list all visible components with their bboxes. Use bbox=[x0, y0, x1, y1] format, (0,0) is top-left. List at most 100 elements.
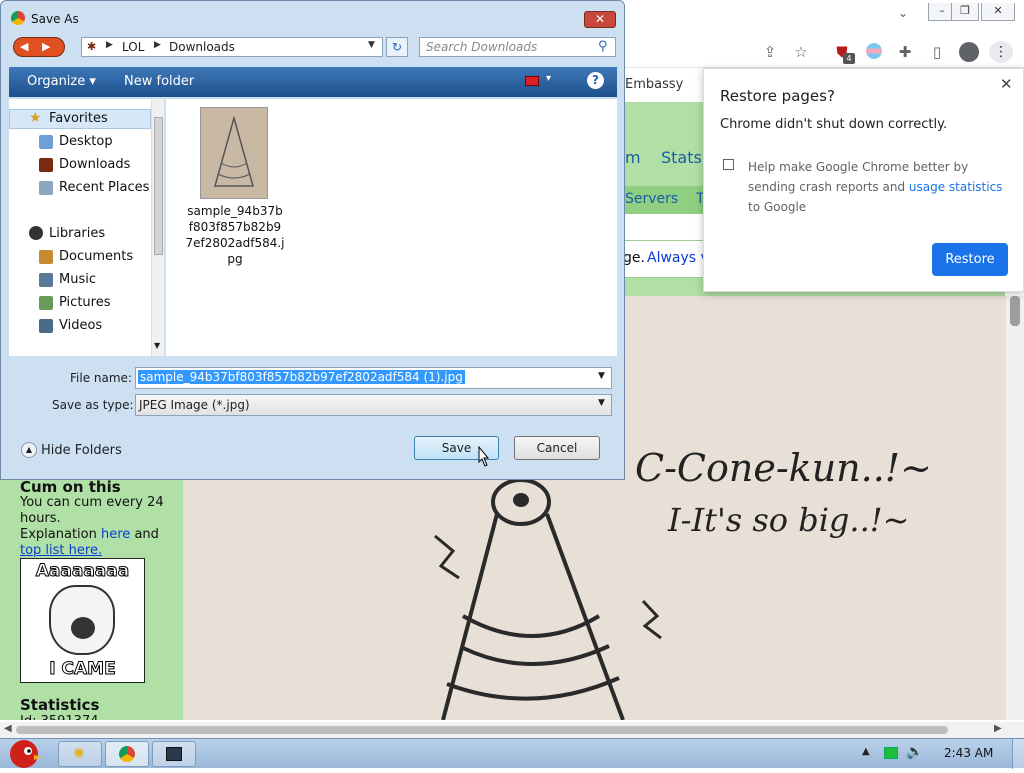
nav-scrollbar[interactable]: ▼ bbox=[151, 99, 164, 356]
file-thumbnail[interactable] bbox=[200, 107, 268, 199]
dialog-close-icon[interactable]: ✕ bbox=[584, 11, 616, 28]
and-text: and bbox=[134, 527, 159, 542]
cum-text-1: You can cum every 24 bbox=[20, 495, 164, 510]
clock-time[interactable]: 2:43 AM bbox=[944, 746, 993, 760]
new-folder-button[interactable]: New folder bbox=[124, 74, 194, 89]
extension-badge: 4 bbox=[843, 53, 855, 64]
file-list-pane: sample_94b37b f803f857b82b9 7ef2802adf58… bbox=[166, 99, 617, 356]
refresh-icon[interactable]: ↻ bbox=[386, 37, 408, 57]
start-button[interactable] bbox=[4, 735, 44, 769]
navigation-pane: ★ Favorites Desktop Downloads Recent Pla… bbox=[9, 99, 164, 356]
restore-window-icon[interactable]: ❐ bbox=[951, 3, 979, 21]
checkbox-line-3: to Google bbox=[748, 200, 807, 214]
back-forward-buttons[interactable]: ◀ ▶ bbox=[13, 37, 65, 57]
help-icon[interactable]: ? bbox=[587, 72, 604, 89]
file-line-3: 7ef2802adf584.j bbox=[185, 236, 285, 250]
here-link[interactable]: here bbox=[101, 527, 130, 542]
nav-favorites[interactable]: Favorites bbox=[49, 111, 108, 126]
save-type-label: Save as type: bbox=[52, 398, 134, 412]
puzzle-extensions-icon[interactable]: ✚ bbox=[895, 42, 915, 62]
explanation-prefix: Explanation bbox=[20, 527, 97, 542]
hide-folders-chevron-icon[interactable]: ▲ bbox=[21, 442, 37, 458]
checkbox-label: Help make Google Chrome better by sendin… bbox=[748, 157, 1002, 217]
nav-link-servers[interactable]: Servers bbox=[625, 191, 678, 207]
tab-title-fragment[interactable]: Embassy bbox=[625, 77, 683, 92]
cancel-button[interactable]: Cancel bbox=[514, 436, 600, 460]
file-line-4: pg bbox=[227, 252, 243, 266]
file-label[interactable]: sample_94b37b f803f857b82b9 7ef2802adf58… bbox=[180, 203, 290, 267]
view-options-icon[interactable] bbox=[525, 76, 539, 86]
bookmark-star-icon[interactable]: ☆ bbox=[791, 42, 811, 62]
nav-libraries[interactable]: Libraries bbox=[49, 226, 105, 241]
crash-report-checkbox[interactable] bbox=[723, 159, 734, 170]
breadcrumb-downloads[interactable]: Downloads bbox=[169, 40, 235, 54]
menu-kebab-icon[interactable]: ⋮ bbox=[989, 41, 1013, 63]
file-name-dropdown-icon[interactable]: ▼ bbox=[598, 371, 605, 381]
search-icon[interactable]: ⚲ bbox=[598, 39, 608, 54]
close-icon[interactable]: ✕ bbox=[1000, 75, 1013, 93]
share-icon[interactable]: ⇪ bbox=[760, 42, 780, 62]
network-icon[interactable] bbox=[884, 747, 898, 759]
bug-folder-icon: ✱ bbox=[87, 40, 97, 53]
usage-statistics-link[interactable]: usage statistics bbox=[909, 180, 1003, 194]
save-type-select[interactable]: JPEG Image (*.jpg) ▼ bbox=[135, 394, 612, 416]
nav-documents[interactable]: Documents bbox=[59, 249, 133, 264]
nav-recent-places[interactable]: Recent Places bbox=[59, 180, 149, 195]
nav-scroll-down-icon[interactable]: ▼ bbox=[154, 341, 160, 350]
nav-scroll-thumb[interactable] bbox=[154, 117, 163, 255]
h-scroll-thumb[interactable] bbox=[16, 726, 948, 734]
tab-search-icon[interactable]: ⌄ bbox=[898, 6, 908, 20]
tray-expand-icon[interactable]: ▲ bbox=[862, 746, 870, 757]
save-type-dropdown-icon[interactable]: ▼ bbox=[598, 398, 605, 408]
scroll-left-icon[interactable]: ◀ bbox=[4, 723, 12, 734]
restore-button[interactable]: Restore bbox=[932, 243, 1008, 276]
nav-link-stats[interactable]: Stats bbox=[661, 148, 702, 167]
history-dropdown-icon[interactable]: ▼ bbox=[368, 40, 375, 50]
downloads-icon bbox=[39, 158, 53, 172]
taskbar-terminal[interactable] bbox=[152, 741, 196, 767]
organize-button[interactable]: Organize ▾ bbox=[27, 74, 96, 89]
nav-videos[interactable]: Videos bbox=[59, 318, 102, 333]
statistics-id: Id: 3591374 bbox=[20, 714, 99, 720]
profile-avatar-icon[interactable] bbox=[959, 42, 979, 62]
meme-top-text: Aaaaaaaa bbox=[35, 561, 130, 582]
address-breadcrumb[interactable]: ✱ ▶ LOL ▶ Downloads ▼ bbox=[81, 37, 383, 57]
nav-desktop[interactable]: Desktop bbox=[59, 134, 113, 149]
hide-folders-button[interactable]: Hide Folders bbox=[41, 443, 122, 458]
scroll-right-icon[interactable]: ▶ bbox=[994, 723, 1002, 734]
site-sidebar: Cum on this You can cum every 24 hours. … bbox=[0, 478, 183, 720]
save-as-dialog: Save As ✕ ◀ ▶ ✱ ▶ LOL ▶ Downloads ▼ ↻ Se… bbox=[0, 0, 625, 480]
taskbar-chrome[interactable] bbox=[105, 741, 149, 767]
favorites-star-icon: ★ bbox=[29, 110, 42, 126]
restore-message: Chrome didn't shut down correctly. bbox=[720, 117, 948, 132]
view-dropdown-icon[interactable]: ▾ bbox=[546, 73, 551, 84]
search-input[interactable]: Search Downloads ⚲ bbox=[419, 37, 616, 57]
cum-heading: Cum on this bbox=[20, 478, 121, 496]
horizontal-scrollbar[interactable]: ◀ ▶ bbox=[0, 722, 1024, 738]
file-name-input[interactable]: sample_94b37bf803f857b82b97ef2802adf584 … bbox=[135, 367, 612, 389]
close-window-icon[interactable]: ✕ bbox=[981, 3, 1015, 21]
dialog-title: Save As bbox=[31, 12, 79, 26]
forward-arrow-icon[interactable]: ▶ bbox=[42, 40, 50, 53]
notice-link[interactable]: Always v bbox=[647, 250, 709, 266]
side-panel-icon[interactable]: ▯ bbox=[927, 42, 947, 62]
volume-icon[interactable]: 🔈 bbox=[906, 744, 923, 760]
top-list-link[interactable]: top list here. bbox=[20, 543, 102, 558]
taskbar: ✺ ▲ 🔈 2:43 AM bbox=[0, 735, 1024, 769]
nav-pictures[interactable]: Pictures bbox=[59, 295, 110, 310]
back-arrow-icon[interactable]: ◀ bbox=[20, 40, 28, 53]
restore-pages-popup: Restore pages? ✕ Chrome didn't shut down… bbox=[703, 68, 1024, 292]
page-scrollbar[interactable] bbox=[1006, 296, 1024, 720]
taskbar-explorer[interactable]: ✺ bbox=[58, 741, 102, 767]
cum-button-image[interactable]: Aaaaaaaa I CAME bbox=[20, 558, 145, 683]
nav-music[interactable]: Music bbox=[59, 272, 96, 287]
nav-link-fragment[interactable]: m bbox=[625, 148, 641, 167]
breadcrumb-chevron-icon[interactable]: ▶ bbox=[106, 40, 113, 50]
breadcrumb-lol[interactable]: LOL bbox=[122, 40, 144, 54]
mouse-cursor bbox=[478, 446, 490, 467]
page-scroll-thumb[interactable] bbox=[1010, 296, 1020, 326]
flag-extension-icon[interactable] bbox=[866, 43, 882, 59]
nav-downloads[interactable]: Downloads bbox=[59, 157, 130, 172]
breadcrumb-chevron-icon[interactable]: ▶ bbox=[154, 40, 161, 50]
show-desktop-button[interactable] bbox=[1012, 739, 1024, 769]
